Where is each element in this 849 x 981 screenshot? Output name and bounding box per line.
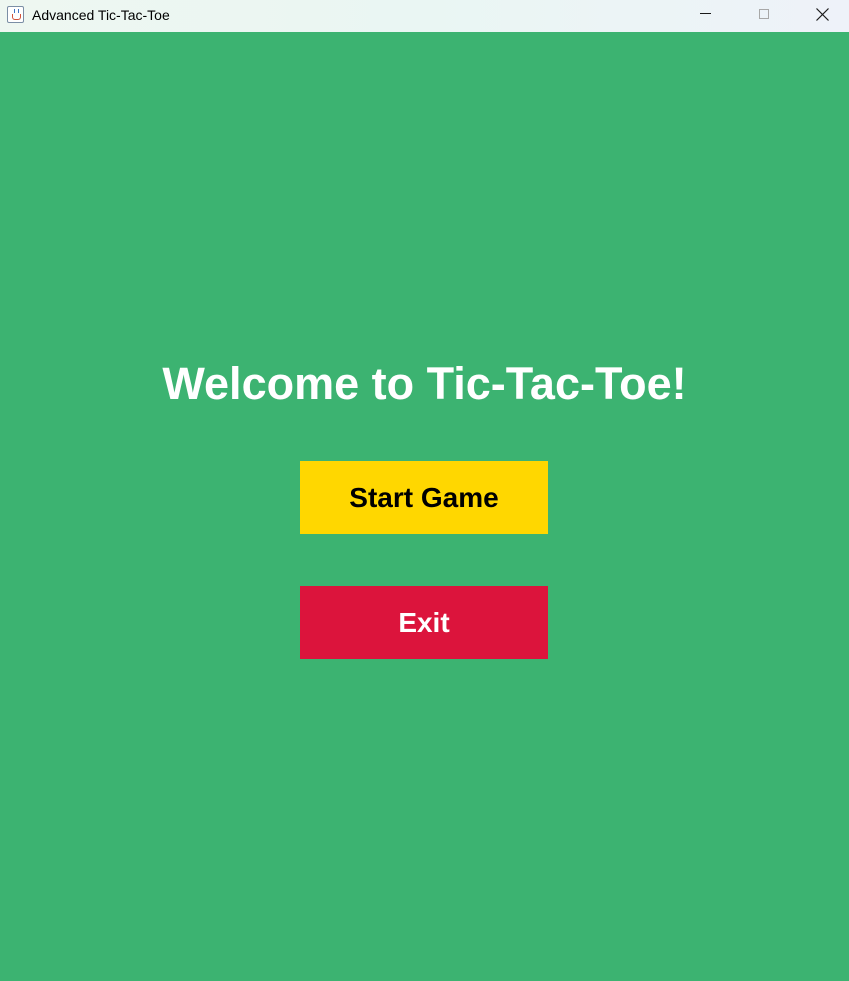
main-menu-panel: Welcome to Tic-Tac-Toe! Start Game Exit bbox=[0, 32, 849, 981]
window-title: Advanced Tic-Tac-Toe bbox=[32, 7, 170, 23]
maximize-button[interactable] bbox=[741, 0, 787, 32]
welcome-heading: Welcome to Tic-Tac-Toe! bbox=[162, 358, 687, 409]
start-game-button[interactable]: Start Game bbox=[300, 461, 548, 534]
title-bar[interactable]: Advanced Tic-Tac-Toe bbox=[0, 0, 849, 32]
exit-button[interactable]: Exit bbox=[300, 586, 548, 659]
close-button[interactable] bbox=[799, 0, 845, 32]
maximize-icon bbox=[759, 9, 769, 19]
close-icon bbox=[816, 8, 829, 21]
minimize-button[interactable] bbox=[683, 0, 729, 32]
java-coffee-cup-icon[interactable] bbox=[7, 6, 24, 23]
app-window: Advanced Tic-Tac-Toe Welcome to Tic-Tac-… bbox=[0, 0, 849, 981]
minimize-icon bbox=[700, 13, 711, 14]
